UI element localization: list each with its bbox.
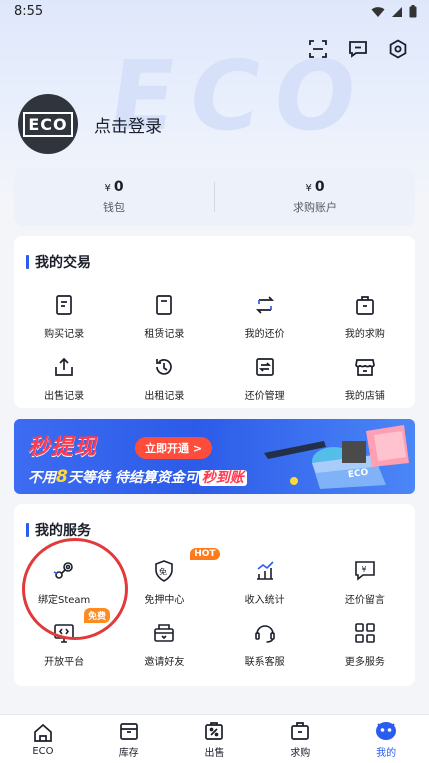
grid-item-my-shop[interactable]: 我的店铺 (315, 350, 415, 412)
tab-wanted[interactable]: 求购 (257, 715, 343, 763)
my-wanted-icon (352, 292, 378, 318)
grid-item-my-wanted[interactable]: 我的求购 (315, 288, 415, 350)
tab-eco[interactable]: ECO (0, 715, 86, 763)
profile-section[interactable]: ECO 点击登录 (18, 94, 162, 154)
wallet-label: 钱包 (103, 201, 125, 214)
grid-label: 还价留言 (344, 595, 385, 606)
grid-item-counteroffer-message[interactable]: ¥ 还价留言 (315, 554, 415, 616)
my-services-card: 我的服务 绑定Steam 免 免押中心 HOT 收入统计 ¥ 还价留言 开放平台… (14, 504, 415, 686)
inventory-icon (119, 722, 138, 740)
grid-label: 我的还价 (244, 329, 285, 340)
wanted-account-label: 求购账户 (293, 201, 337, 214)
settings-icon[interactable] (387, 38, 409, 60)
signal-icon (392, 6, 402, 17)
grid-item-counteroffer-manage[interactable]: 还价管理 (215, 350, 315, 412)
status-icons (371, 5, 417, 18)
customer-service-icon (252, 620, 278, 646)
banner-open-button[interactable]: 立即开通 > (135, 437, 213, 459)
my-services-grid: 绑定Steam 免 免押中心 HOT 收入统计 ¥ 还价留言 开放平台 免费 邀… (14, 548, 415, 678)
grid-item-lease-record[interactable]: 出租记录 (114, 350, 214, 412)
instant-withdraw-banner[interactable]: 秒提现 立即开通 > 不用8天等待 待结算资金可 秒到账 ECO (14, 419, 415, 494)
my-services-title: 我的服务 (26, 520, 91, 540)
grid-item-income-stats[interactable]: 收入统计 (215, 554, 315, 616)
home-icon (34, 723, 52, 742)
rental-record-icon (151, 292, 177, 318)
grid-item-my-counteroffer[interactable]: 我的还价 (215, 288, 315, 350)
invite-friends-icon (151, 620, 177, 646)
grid-item-customer-service[interactable]: 联系客服 (215, 616, 315, 678)
steam-icon (51, 558, 77, 584)
grid-label: 我的求购 (344, 329, 385, 340)
grid-label: 收入统计 (244, 595, 285, 606)
grid-item-deposit-free[interactable]: 免 免押中心 HOT (114, 548, 220, 616)
tab-label: 出售 (204, 747, 225, 759)
wanted-icon (291, 721, 310, 740)
grid-item-sale-record[interactable]: 出售记录 (14, 350, 114, 412)
avatar[interactable]: ECO (18, 94, 78, 154)
my-counteroffer-icon (252, 292, 278, 318)
grid-label: 开放平台 (44, 657, 85, 668)
wallet-value: ¥0 (104, 179, 124, 195)
grid-label: 还价管理 (244, 391, 285, 402)
lease-record-icon (151, 354, 177, 380)
sell-icon (205, 721, 224, 740)
scan-icon[interactable] (307, 38, 329, 60)
bottom-tab-bar: ECO 库存 出售 求购 我的 (0, 714, 429, 763)
grid-label: 联系客服 (244, 657, 285, 668)
banner-subline: 不用8天等待 待结算资金可 秒到账 (28, 467, 247, 487)
counteroffer-message-icon: ¥ (352, 558, 378, 584)
sale-record-icon (51, 354, 77, 380)
message-icon[interactable] (347, 38, 369, 60)
grid-item-more-services[interactable]: 更多服务 (315, 616, 415, 678)
my-trades-card: 我的交易 购买记录 租赁记录 我的还价 我的求购 出售记录 出租记录 还价管理 (14, 236, 415, 408)
grid-label: 绑定Steam (37, 595, 91, 606)
header-actions (307, 38, 409, 60)
purchase-record-icon (51, 292, 77, 318)
grid-item-rental-record[interactable]: 租赁记录 (114, 288, 214, 350)
tab-label: ECO (32, 745, 54, 757)
wanted-account-value: ¥0 (305, 179, 325, 195)
svg-text:¥: ¥ (361, 565, 366, 574)
tab-label: 我的 (376, 747, 397, 759)
status-time: 8:55 (14, 4, 44, 19)
grid-label: 出售记录 (44, 391, 85, 402)
more-services-icon (352, 620, 378, 646)
battery-icon (409, 5, 417, 18)
tab-label: 求购 (290, 747, 311, 759)
my-shop-icon (352, 354, 378, 380)
open-platform-icon (51, 620, 77, 646)
tab-label: 库存 (118, 747, 139, 759)
wanted-account-balance[interactable]: ¥0 求购账户 (215, 168, 415, 226)
income-stats-icon (252, 558, 278, 584)
tab-inventory[interactable]: 库存 (86, 715, 172, 763)
my-trades-title: 我的交易 (26, 252, 91, 272)
login-link[interactable]: 点击登录 (94, 112, 162, 137)
mine-icon (376, 721, 397, 740)
grid-label: 免押中心 (144, 595, 185, 606)
tab-sell[interactable]: 出售 (172, 715, 258, 763)
grid-label: 租赁记录 (144, 329, 185, 340)
counteroffer-manage-icon (252, 354, 278, 380)
grid-label: 购买记录 (44, 329, 85, 340)
wallet-balance[interactable]: ¥0 钱包 (14, 168, 214, 226)
banner-illustration (264, 425, 409, 489)
free-badge: 免费 (84, 608, 111, 623)
deposit-free-icon: 免 (151, 558, 177, 584)
grid-item-purchase-record[interactable]: 购买记录 (14, 288, 114, 350)
grid-label: 出租记录 (144, 391, 185, 402)
grid-label: 更多服务 (344, 657, 385, 668)
grid-item-invite-friends[interactable]: 邀请好友 (114, 616, 214, 678)
grid-label: 邀请好友 (144, 657, 185, 668)
grid-label: 我的店铺 (344, 391, 385, 402)
wallet-summary: ¥0 钱包 ¥0 求购账户 (14, 168, 415, 226)
banner-headline: 秒提现 (28, 435, 98, 460)
my-trades-grid: 购买记录 租赁记录 我的还价 我的求购 出售记录 出租记录 还价管理 我的店铺 (14, 288, 415, 412)
grid-item-open-platform[interactable]: 开放平台 免费 (14, 608, 114, 678)
wifi-icon (371, 6, 385, 17)
svg-text:免: 免 (159, 567, 167, 577)
grid-item-bind-steam[interactable]: 绑定Steam (14, 554, 114, 616)
avatar-logo: ECO (23, 111, 73, 137)
tab-mine[interactable]: 我的 (343, 715, 429, 763)
status-bar: 8:55 (0, 0, 429, 24)
